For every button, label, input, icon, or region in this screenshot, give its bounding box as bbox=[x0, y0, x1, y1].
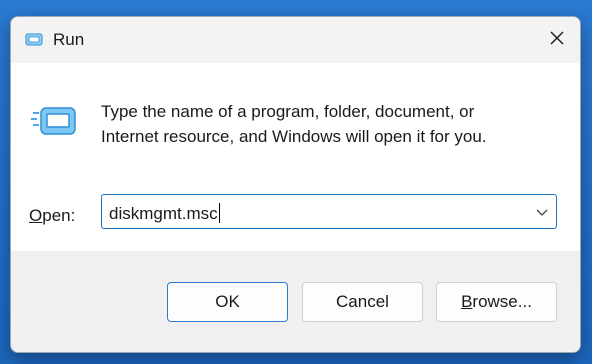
content-area: Type the name of a program, folder, docu… bbox=[11, 63, 580, 251]
close-icon bbox=[550, 31, 564, 45]
browse-label: rowse... bbox=[472, 292, 532, 311]
open-input-value: diskmgmt.msc bbox=[109, 204, 218, 223]
button-bar: OK Cancel Browse... bbox=[11, 251, 580, 352]
open-label: Open: bbox=[29, 206, 75, 226]
open-combobox[interactable]: diskmgmt.msc bbox=[101, 194, 557, 229]
open-input[interactable]: diskmgmt.msc bbox=[109, 203, 220, 224]
description-line: Internet resource, and Windows will open… bbox=[101, 127, 487, 146]
open-label-text: pen: bbox=[42, 206, 76, 225]
window-title: Run bbox=[53, 30, 85, 49]
browse-accelerator: B bbox=[461, 292, 473, 311]
run-icon bbox=[25, 33, 43, 46]
run-dialog: Run Type the name of a program, folder, … bbox=[10, 16, 581, 353]
browse-button[interactable]: Browse... bbox=[436, 282, 557, 322]
description-line: Type the name of a program, folder, docu… bbox=[101, 102, 475, 121]
chevron-down-icon[interactable] bbox=[534, 204, 550, 220]
description-text: Type the name of a program, folder, docu… bbox=[101, 99, 541, 149]
open-label-accelerator: O bbox=[29, 206, 43, 225]
cancel-button[interactable]: Cancel bbox=[302, 282, 423, 322]
ok-button[interactable]: OK bbox=[167, 282, 288, 322]
run-app-icon bbox=[31, 107, 76, 135]
close-button[interactable] bbox=[534, 17, 580, 59]
text-caret bbox=[218, 203, 220, 223]
title-bar[interactable]: Run bbox=[11, 17, 580, 63]
